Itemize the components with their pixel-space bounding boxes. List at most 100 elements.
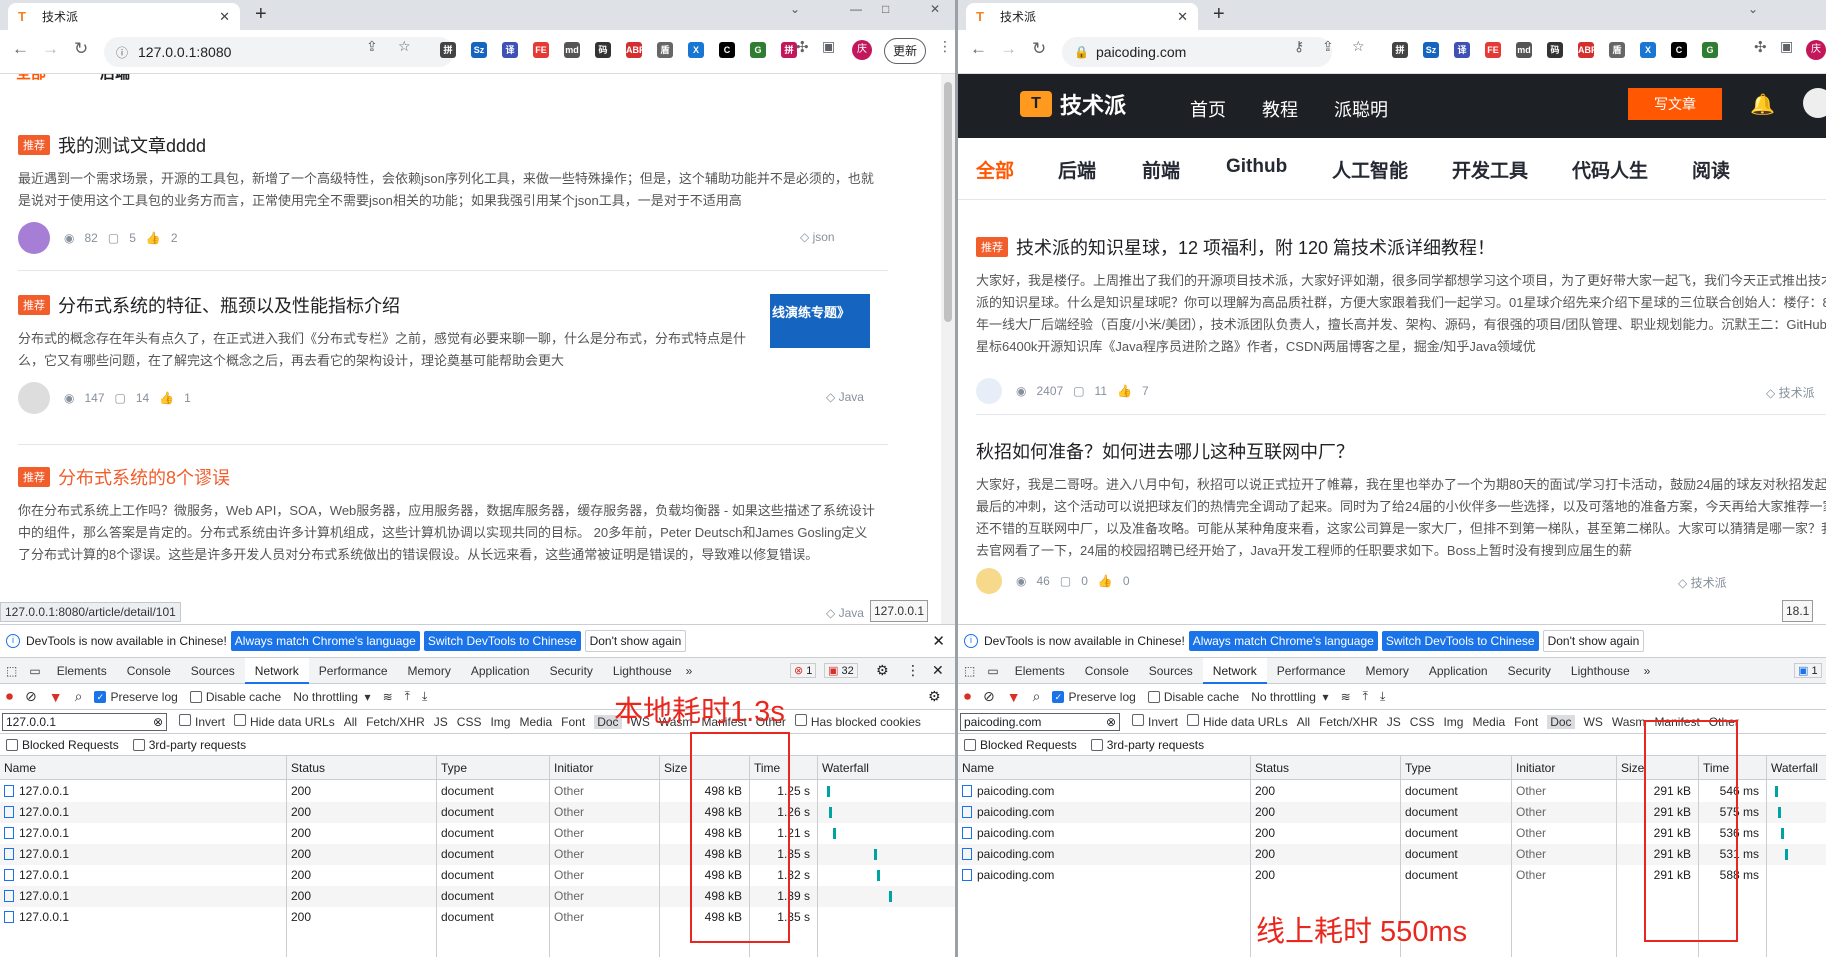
match-language-button[interactable]: Always match Chrome's language (1188, 631, 1378, 651)
address-bar[interactable]: 🔒 paicoding.com (1062, 37, 1332, 67)
article-topic[interactable]: ◇ 技术派 (1766, 384, 1815, 401)
col-name-header[interactable]: Name (0, 756, 286, 779)
column-divider[interactable] (817, 756, 818, 957)
share-icon[interactable]: ⇪ (366, 38, 378, 55)
table-row[interactable]: paicoding.com 200 document Other 291 kB 546 m… (958, 781, 1826, 802)
cell-name[interactable]: paicoding.com (958, 844, 1250, 865)
site-logo[interactable]: T 技术派 (1020, 88, 1126, 120)
error-badge[interactable]: ⊗ 1 (790, 663, 817, 678)
tab-close-icon[interactable]: ✕ (219, 9, 230, 25)
tab-application[interactable]: Application (461, 658, 540, 684)
nav-tutorial[interactable]: 教程 (1262, 96, 1298, 122)
minimize-icon[interactable]: — (850, 2, 862, 16)
nav-home[interactable]: 首页 (1190, 96, 1226, 122)
match-language-button[interactable]: Always match Chrome's language (230, 631, 420, 651)
table-row[interactable]: 127.0.0.1 200 document Other 498 kB 1.35 s (0, 844, 955, 865)
col-size-header[interactable]: Size (1617, 756, 1699, 779)
tab-memory[interactable]: Memory (1356, 658, 1419, 684)
third-party-checkbox[interactable]: 3rd-party requests (1090, 738, 1204, 752)
extension-icon[interactable]: 译 (1454, 42, 1470, 58)
maximize-icon[interactable]: □ (882, 2, 889, 16)
article-topic[interactable]: ◇ Java (826, 390, 864, 404)
article-card[interactable]: 推荐 分布式系统的8个谬误 你在分布式系统上工作吗？微服务，Web API，SOA… (18, 464, 878, 620)
tab-lighthouse[interactable]: Lighthouse (603, 658, 682, 684)
extension-icon[interactable]: C (1671, 42, 1687, 58)
filter-media[interactable]: Media (1472, 715, 1505, 729)
tab-elements[interactable]: Elements (1005, 658, 1075, 684)
bookmark-star-icon[interactable]: ☆ (1352, 38, 1365, 55)
more-tabs-icon[interactable]: » (682, 658, 697, 684)
import-har-icon[interactable]: ⤒ (1363, 689, 1368, 704)
extension-icon[interactable]: X (1640, 42, 1656, 58)
warning-badge[interactable]: ▣ 1 (1794, 663, 1822, 678)
invert-checkbox[interactable]: Invert (1132, 714, 1178, 729)
table-row[interactable]: paicoding.com 200 document Other 291 kB 575 m… (958, 802, 1826, 823)
third-party-checkbox[interactable]: 3rd-party requests (132, 738, 246, 752)
extension-icon[interactable]: 拼 (1392, 42, 1408, 58)
export-har-icon[interactable]: ⤓ (1380, 689, 1385, 704)
article-topic[interactable]: ◇ Java (826, 606, 864, 620)
article-title[interactable]: 分布式系统的8个谬误 (58, 468, 230, 488)
author-avatar[interactable] (18, 382, 50, 414)
record-icon[interactable]: ⏺ (964, 688, 971, 705)
article-title[interactable]: 秋招如何准备？如何进去哪儿这种互联网中厂？ (976, 442, 1354, 462)
table-row[interactable]: paicoding.com 200 document Other 291 kB 536 m… (958, 823, 1826, 844)
filter-font[interactable]: Font (1514, 715, 1538, 729)
filter-media[interactable]: Media (519, 715, 552, 729)
warning-badge[interactable]: ▣ 32 (824, 663, 858, 678)
tab-performance[interactable]: Performance (1267, 658, 1356, 684)
extension-icon[interactable]: C (719, 42, 735, 58)
cell-name[interactable]: 127.0.0.1 (0, 823, 286, 844)
category-github[interactable]: Github (1226, 156, 1287, 178)
network-settings-icon[interactable]: ⚙ (928, 688, 941, 705)
blocked-requests-checkbox[interactable]: Blocked Requests (6, 738, 119, 752)
col-size-header[interactable]: Size (660, 756, 750, 779)
filter-fetch-xhr[interactable]: Fetch/XHR (366, 715, 425, 729)
author-avatar[interactable] (976, 568, 1002, 594)
search-icon[interactable]: ⌕ (1033, 688, 1041, 705)
tab-close-icon[interactable]: ✕ (1177, 9, 1188, 25)
user-avatar[interactable] (1803, 88, 1826, 118)
category-reading[interactable]: 阅读 (1692, 156, 1730, 183)
profile-avatar[interactable]: 庆 (852, 40, 872, 60)
table-row[interactable]: 127.0.0.1 200 document Other 498 kB 1.35 s (0, 907, 955, 928)
switch-chinese-button[interactable]: Switch DevTools to Chinese (1381, 631, 1539, 651)
table-row[interactable]: 127.0.0.1 200 document Other 498 kB 1.26 s (0, 802, 955, 823)
col-waterfall-header[interactable]: Waterfall (1767, 756, 1826, 779)
table-row[interactable]: 127.0.0.1 200 document Other 498 kB 1.21 s (0, 823, 955, 844)
infobar-close-icon[interactable]: ✕ (932, 632, 945, 650)
filter-fetch-xhr[interactable]: Fetch/XHR (1319, 715, 1378, 729)
filter-img[interactable]: Img (490, 715, 510, 729)
dont-show-button[interactable]: Don't show again (1542, 630, 1645, 652)
filter-all[interactable]: All (1297, 715, 1310, 729)
clear-filter-icon[interactable]: ⊗ (1106, 714, 1116, 730)
scrollbar-thumb[interactable] (944, 82, 952, 322)
forward-icon[interactable]: → (42, 39, 59, 59)
filter-input[interactable]: 127.0.0.1 ⊗ (2, 712, 167, 731)
extension-icon[interactable]: Sz (1423, 42, 1439, 58)
article-card[interactable]: 秋招如何准备？如何进去哪儿这种互联网中厂？ 大家好，我是二哥呀。进入八月中旬，秋… (976, 438, 1826, 594)
preserve-log-checkbox[interactable]: ✓ Preserve log (1052, 690, 1136, 704)
menu-icon[interactable]: ⋮ (938, 38, 952, 55)
category-frontend[interactable]: 前端 (1142, 156, 1180, 183)
extension-icon[interactable]: ABP (1578, 42, 1597, 58)
table-row[interactable]: paicoding.com 200 document Other 291 kB 588 m… (958, 865, 1826, 886)
extension-icon[interactable]: md (564, 42, 580, 58)
tab-network[interactable]: Network (1202, 657, 1267, 684)
nav-paicongming[interactable]: 派聪明 (1334, 96, 1388, 122)
clear-icon[interactable]: ⊘ (983, 688, 995, 705)
article-topic[interactable]: ◇ json (800, 230, 835, 244)
extension-icon[interactable]: Sz (471, 42, 487, 58)
extension-icon[interactable]: 拼 (440, 42, 456, 58)
filter-ws[interactable]: WS (1584, 715, 1603, 729)
column-divider[interactable] (659, 756, 660, 957)
throttling-select[interactable]: No throttling ▾ (1251, 690, 1328, 704)
author-avatar[interactable] (18, 222, 50, 254)
extension-icon[interactable]: 码 (1547, 42, 1563, 58)
category-all[interactable]: 全部 (976, 156, 1014, 183)
share-icon[interactable]: ⇪ (1322, 38, 1334, 55)
extension-icon[interactable]: FE (533, 42, 549, 58)
dont-show-button[interactable]: Don't show again (584, 630, 687, 652)
column-divider[interactable] (1616, 756, 1617, 957)
column-divider[interactable] (749, 756, 750, 957)
